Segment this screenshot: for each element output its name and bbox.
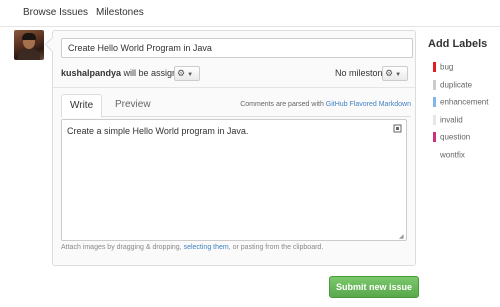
label-color-swatch (433, 132, 436, 142)
label-item[interactable]: enhancement (433, 97, 488, 107)
divider (53, 87, 415, 88)
markdown-note: Comments are parsed with GitHub Flavored… (240, 101, 411, 108)
assignee-gear-button[interactable]: ⚙ ▼ (174, 66, 200, 81)
select-files-link[interactable]: selecting them (184, 244, 229, 251)
label-item[interactable]: question (433, 132, 470, 142)
issues-nav: Browse Issues Milestones (0, 0, 500, 27)
milestone-gear-button[interactable]: ⚙ ▼ (382, 66, 408, 81)
label-color-swatch (433, 149, 436, 160)
label-item[interactable]: invalid (433, 114, 463, 125)
attach-hint-prefix: Attach images by dragging & dropping, (61, 244, 184, 251)
issue-body-textarea[interactable]: Create a simple Hello World program in J… (61, 119, 407, 241)
assignee-text: kushalpandya will be assigned (61, 68, 187, 78)
label-color-swatch (433, 114, 436, 125)
issue-body-text: Create a simple Hello World program in J… (67, 126, 249, 136)
markdown-note-prefix: Comments are parsed with (240, 101, 326, 108)
label-name: bug (440, 62, 454, 72)
label-name: wontfix (440, 150, 465, 159)
label-item[interactable]: wontfix (433, 149, 465, 160)
issue-title-input[interactable]: Create Hello World Program in Java (61, 38, 413, 58)
label-item[interactable]: duplicate (433, 79, 473, 90)
attach-hint-suffix: , or pasting from the clipboard. (228, 244, 324, 251)
fullscreen-icon[interactable] (393, 124, 402, 133)
markdown-help-link[interactable]: GitHub Flavored Markdown (326, 101, 411, 108)
chevron-down-icon: ▼ (395, 72, 402, 78)
submit-issue-button[interactable]: Submit new issue (329, 276, 419, 298)
label-name: enhancement (440, 97, 489, 107)
assignee-username: kushalpandya (61, 68, 122, 78)
new-issue-form: Create Hello World Program in Java kusha… (52, 30, 416, 266)
label-color-swatch (433, 79, 436, 90)
label-name: duplicate (440, 80, 473, 89)
editor-tabs: Write Preview Comments are parsed with G… (61, 94, 411, 118)
label-color-swatch (433, 97, 436, 107)
tab-milestones[interactable]: Milestones (96, 7, 144, 18)
label-name: invalid (440, 115, 463, 124)
resize-handle-icon[interactable]: ◢ (399, 233, 405, 240)
tab-preview[interactable]: Preview (107, 94, 159, 116)
gear-icon: ⚙ (385, 68, 394, 78)
chevron-down-icon: ▼ (187, 72, 194, 78)
avatar (14, 30, 44, 60)
label-color-swatch (433, 62, 436, 72)
label-name: question (440, 132, 471, 142)
tab-browse-issues[interactable]: Browse Issues (23, 7, 88, 18)
milestone-text: No milestone (335, 68, 388, 78)
gear-icon: ⚙ (177, 68, 186, 78)
attach-hint: Attach images by dragging & dropping, se… (61, 244, 407, 251)
labels-panel-title: Add Labels (428, 38, 488, 50)
label-item[interactable]: bug (433, 62, 453, 72)
tab-write[interactable]: Write (61, 94, 103, 118)
